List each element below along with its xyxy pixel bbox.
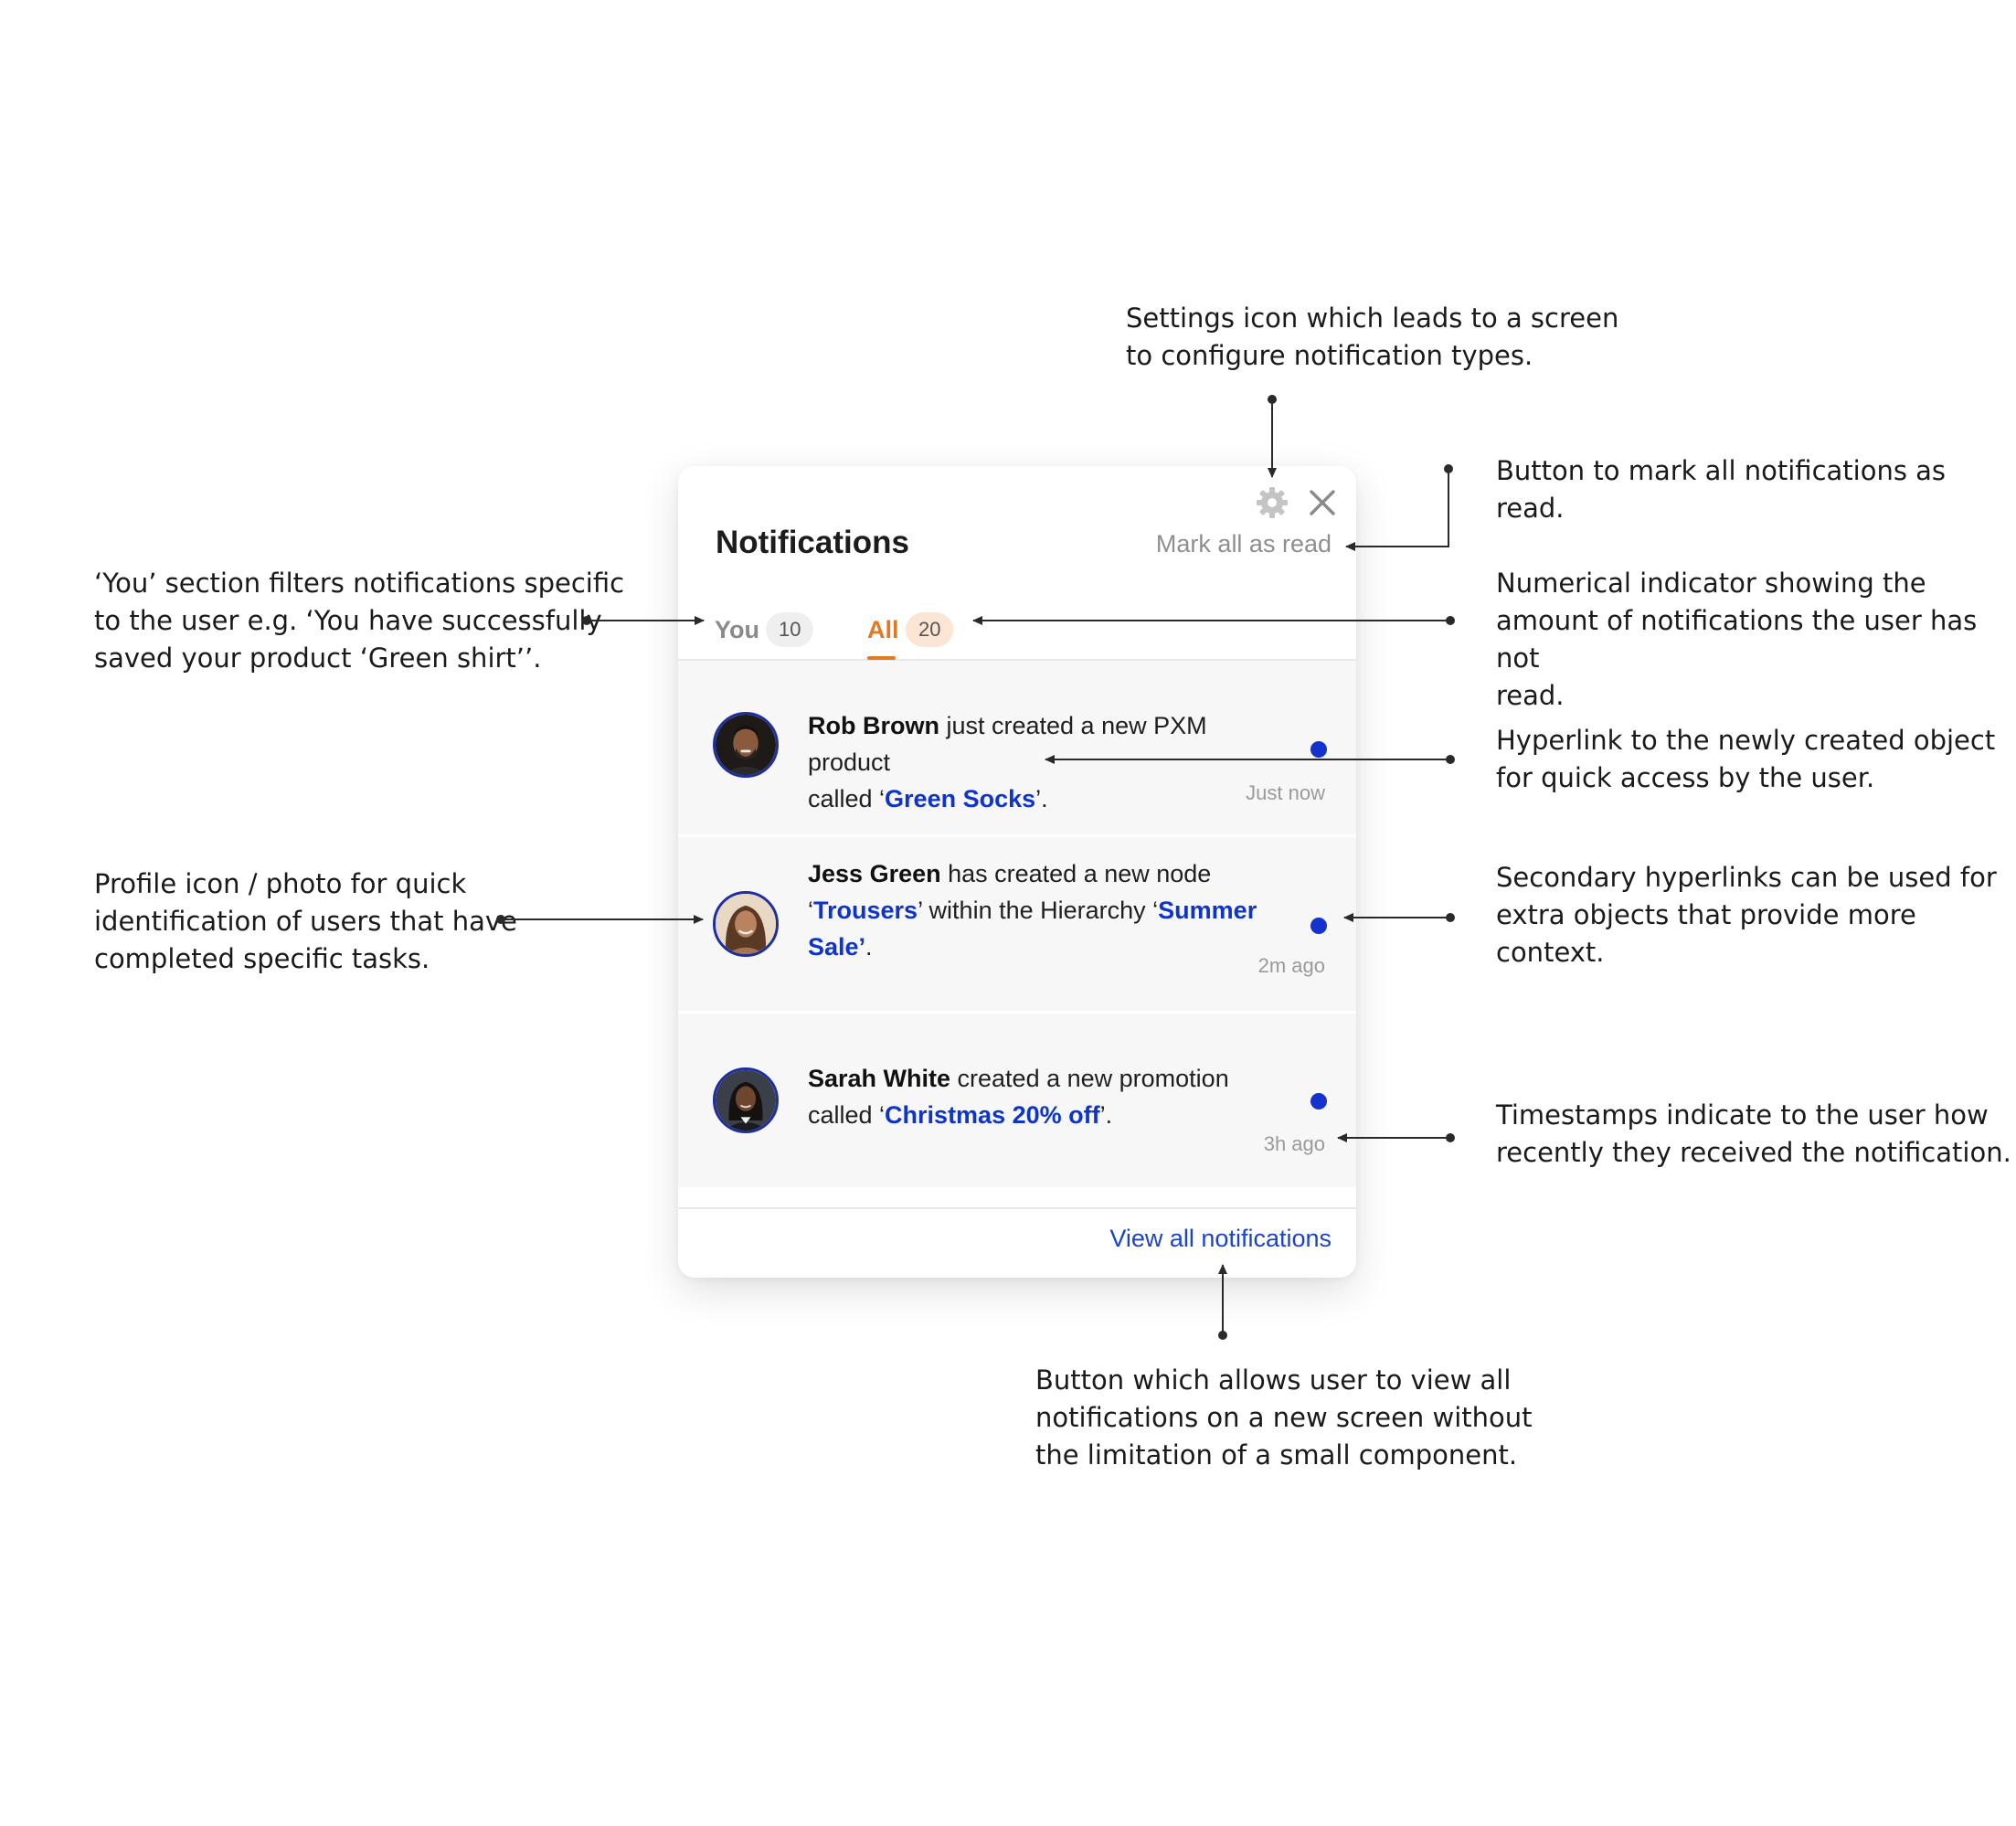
tab-label: You <box>715 616 759 643</box>
message-text: ’ within the Hierarchy ‘ <box>918 897 1159 924</box>
tab-label: All <box>867 616 899 643</box>
notifications-panel: Notifications Mark all as read You 10 Al… <box>678 466 1356 1278</box>
unread-dot <box>1310 1093 1327 1109</box>
annotation-timestamps: Timestamps indicate to the user how rece… <box>1496 1097 2011 1172</box>
actor-name: Sarah White <box>808 1065 951 1092</box>
unread-dot <box>1310 918 1327 934</box>
message-text: called ‘ <box>808 1101 886 1129</box>
annotation-line: Hyperlink to the newly created object <box>1496 725 1996 756</box>
close-icon[interactable] <box>1304 484 1341 521</box>
object-link[interactable]: Christmas 20% off <box>885 1101 1100 1129</box>
active-tab-indicator <box>867 656 896 660</box>
annotation-line: Profile icon / photo for quick <box>94 868 467 899</box>
view-all-notifications-link[interactable]: View all notifications <box>1109 1225 1332 1253</box>
notification-message: Sarah White created a new promotion calle… <box>808 1060 1283 1133</box>
annotation-line: notifications on a new screen without <box>1035 1402 1533 1433</box>
actor-name: Jess Green <box>808 860 941 887</box>
object-link[interactable]: Green Socks <box>885 785 1035 812</box>
notification-item[interactable]: Sarah White created a new promotion calle… <box>678 1014 1356 1187</box>
notification-item[interactable]: Jess Green has created a new node ‘Trouse… <box>678 837 1356 1011</box>
avatar <box>713 891 779 957</box>
annotation-secondary: Secondary hyperlinks can be used for ext… <box>1496 859 1997 971</box>
annotation-line: context. <box>1496 937 1605 968</box>
annotation-view-all: Button which allows user to view all not… <box>1035 1362 1533 1474</box>
annotation-line: the limitation of a small component. <box>1035 1439 1518 1470</box>
annotation-line: amount of notifications the user has not <box>1496 605 1978 674</box>
annotation-line: Timestamps indicate to the user how <box>1496 1099 1989 1131</box>
annotation-line: identification of users that have <box>94 906 517 937</box>
annotation-line: for quick access by the user. <box>1496 762 1875 793</box>
unread-dot <box>1310 741 1327 758</box>
message-text: ’. <box>1035 785 1048 812</box>
message-text: called ‘ <box>808 785 886 812</box>
mark-all-read-button[interactable]: Mark all as read <box>1156 530 1332 558</box>
annotation-you-section: ‘You’ section filters notifications spec… <box>94 565 624 677</box>
tab-bar: You 10 All 20 <box>678 603 1356 661</box>
annotation-line: Numerical indicator showing the <box>1496 568 1926 599</box>
annotation-line: extra objects that provide more <box>1496 899 1916 930</box>
annotation-line: Secondary hyperlinks can be used for <box>1496 862 1997 893</box>
count-badge: 10 <box>766 612 814 647</box>
count-badge: 20 <box>906 612 954 647</box>
annotation-line: completed specific tasks. <box>94 943 430 974</box>
actor-name: Rob Brown <box>808 712 939 739</box>
annotation-line: ‘You’ section filters notifications spec… <box>94 568 625 599</box>
message-text: ’. <box>1099 1101 1113 1129</box>
timestamp: Just now <box>1246 781 1325 804</box>
notification-message: Rob Brown just created a new PXM product… <box>808 707 1283 817</box>
annotation-line: Button to mark all notifications as read… <box>1496 455 1947 524</box>
timestamp: 3h ago <box>1263 1132 1325 1155</box>
annotation-line: Button which allows user to view all <box>1035 1364 1512 1396</box>
message-text: . <box>865 933 873 961</box>
annotation-hyperlink: Hyperlink to the newly created object fo… <box>1496 722 1995 797</box>
tab-you[interactable]: You 10 <box>715 612 824 659</box>
tab-all[interactable]: All 20 <box>867 612 968 660</box>
annotation-profile: Profile icon / photo for quick identific… <box>94 865 517 978</box>
annotation-line: to configure notification types. <box>1126 340 1533 371</box>
annotation-counter: Numerical indicator showing the amount o… <box>1496 565 2016 715</box>
notification-message: Jess Green has created a new node ‘Trouse… <box>808 855 1283 965</box>
annotation-settings: Settings icon which leads to a screen to… <box>1126 300 1618 375</box>
message-text: has created a new node <box>940 860 1212 887</box>
panel-title: Notifications <box>716 525 909 560</box>
secondary-link[interactable]: Summer <box>1158 897 1257 924</box>
timestamp: 2m ago <box>1257 954 1325 977</box>
annotation-line: to the user e.g. ‘You have successfully <box>94 605 602 636</box>
message-text: created a new promotion <box>950 1065 1229 1092</box>
notification-item[interactable]: Rob Brown just created a new PXM product… <box>678 661 1356 834</box>
object-link[interactable]: Trousers <box>813 897 918 924</box>
annotation-line: recently they received the notification. <box>1496 1137 2011 1168</box>
avatar <box>713 1067 779 1133</box>
annotation-line: read. <box>1496 680 1565 711</box>
avatar <box>713 712 779 778</box>
gear-icon[interactable] <box>1254 484 1290 521</box>
annotation-line: Settings icon which leads to a screen <box>1126 303 1619 334</box>
annotation-line: saved your product ‘Green shirt’’. <box>94 642 542 674</box>
annotation-mark-read: Button to mark all notifications as read… <box>1496 452 2016 527</box>
secondary-link[interactable]: Sale’ <box>808 933 865 961</box>
footer-divider <box>678 1207 1356 1209</box>
